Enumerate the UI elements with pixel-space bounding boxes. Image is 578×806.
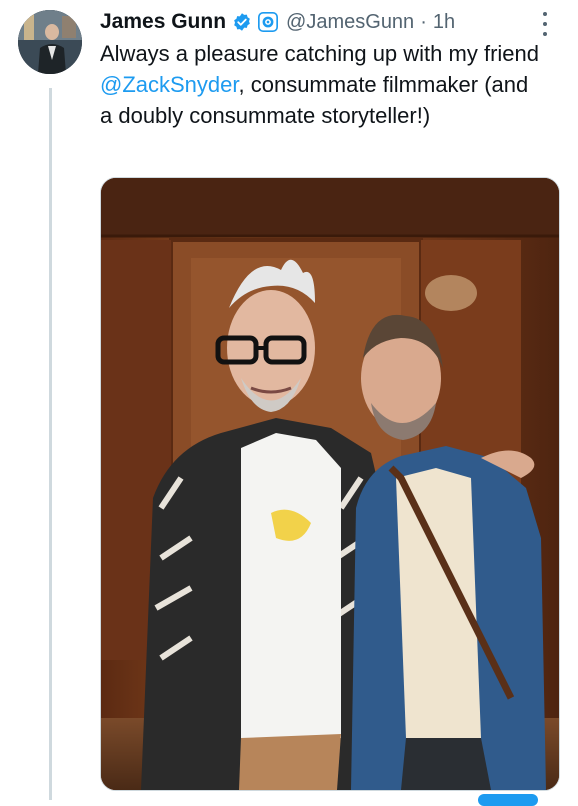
- avatar-image: [18, 10, 82, 74]
- timestamp[interactable]: 1h: [433, 11, 455, 34]
- thread-line: [49, 88, 52, 800]
- avatar[interactable]: [18, 10, 82, 74]
- mention-link[interactable]: @ZackSnyder: [100, 72, 239, 97]
- tweet-photo[interactable]: [100, 177, 560, 791]
- new-posts-pill[interactable]: [478, 794, 538, 806]
- tweet-text: Always a pleasure catching up with my fr…: [100, 38, 540, 131]
- verified-badge-icon: [232, 12, 252, 32]
- photo-image: [101, 178, 559, 790]
- affiliate-badge-icon[interactable]: [258, 12, 279, 32]
- tweet-header: James Gunn @JamesGunn · 1h: [100, 8, 455, 36]
- more-options-icon[interactable]: [534, 12, 556, 36]
- tweet-text-part: Always a pleasure catching up with my fr…: [100, 41, 539, 66]
- author-handle[interactable]: @JamesGunn: [286, 11, 414, 34]
- separator-dot: ·: [420, 10, 427, 33]
- author-name[interactable]: James Gunn: [100, 10, 226, 34]
